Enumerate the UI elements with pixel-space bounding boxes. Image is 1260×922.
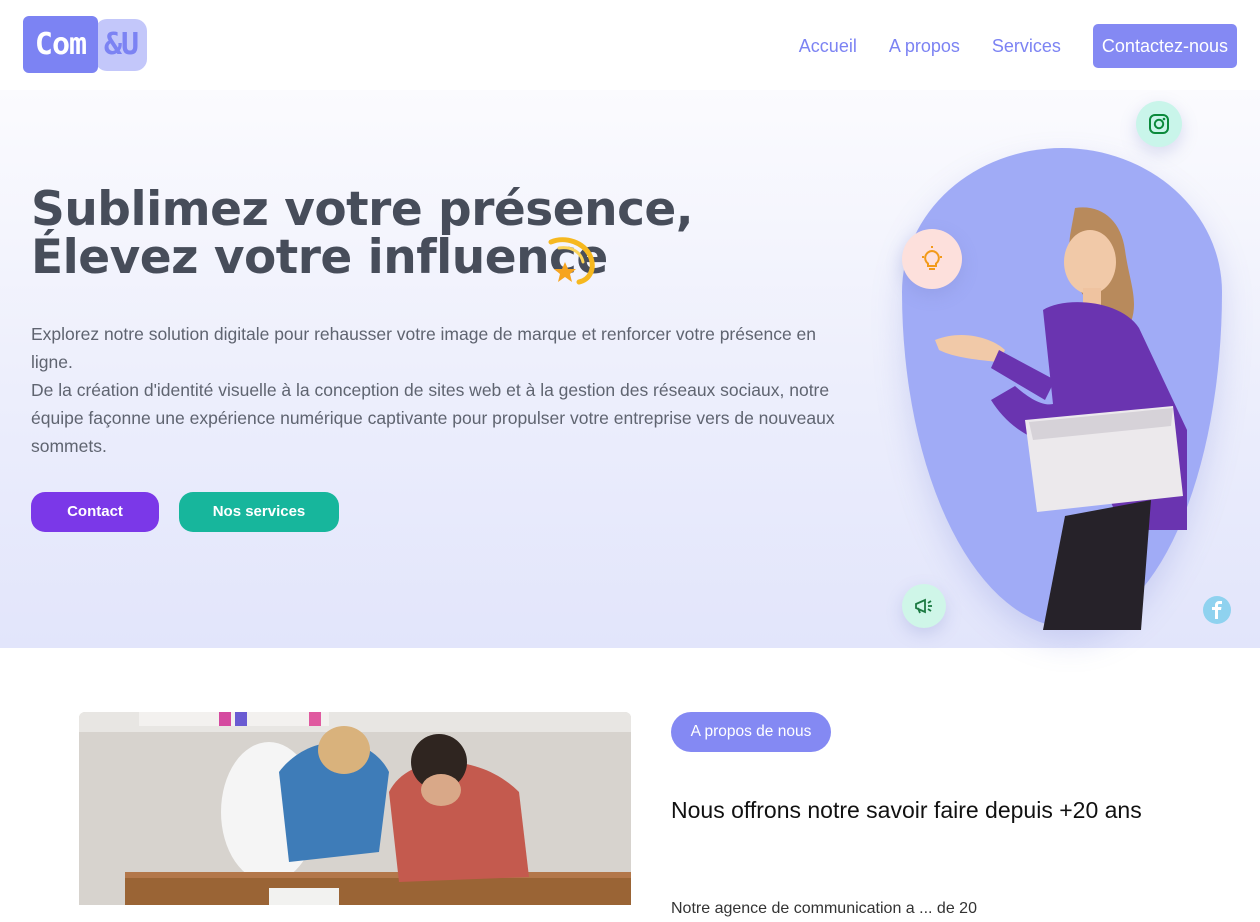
hero-title-line1: Sublimez votre présence, (31, 182, 694, 237)
instagram-icon[interactable] (1136, 101, 1182, 147)
about-text: Notre agence de communication a ... de 2… (671, 900, 977, 917)
comet-emoji-icon (548, 237, 595, 285)
nav-link-services[interactable]: Services (992, 36, 1061, 57)
nav-link-a-propos[interactable]: A propos (889, 36, 960, 57)
team-working-photo (79, 712, 631, 905)
logo-mark-u: &U (95, 19, 147, 71)
main-nav: Accueil A propos Services Contactez-nous (799, 24, 1237, 68)
hero-paragraph: Explorez notre solution digitale pour re… (31, 320, 851, 460)
lightbulb-icon (902, 229, 962, 289)
megaphone-icon (902, 584, 946, 628)
about-title: Nous offrons notre savoir faire depuis +… (671, 797, 1142, 823)
facebook-icon[interactable] (1203, 596, 1231, 624)
contact-us-button[interactable]: Contactez-nous (1092, 24, 1237, 68)
hero-section: Sublimez votre présence, Élevez votre in… (0, 90, 1260, 648)
logo-mark-com: Com (23, 16, 98, 73)
hero-paragraph-line1: Explorez notre solution digitale pour re… (31, 324, 817, 372)
our-services-button[interactable]: Nos services (179, 492, 339, 532)
contact-button[interactable]: Contact (31, 492, 159, 532)
logo[interactable]: Com &U (23, 16, 147, 73)
woman-with-laptop-illustration (935, 207, 1187, 630)
hero-paragraph-line2: De la création d'identité visuelle à la … (31, 380, 835, 456)
nav-link-accueil[interactable]: Accueil (799, 36, 857, 57)
site-header: Com &U Accueil A propos Services Contact… (0, 0, 1260, 90)
about-us-badge: A propos de nous (671, 712, 831, 752)
